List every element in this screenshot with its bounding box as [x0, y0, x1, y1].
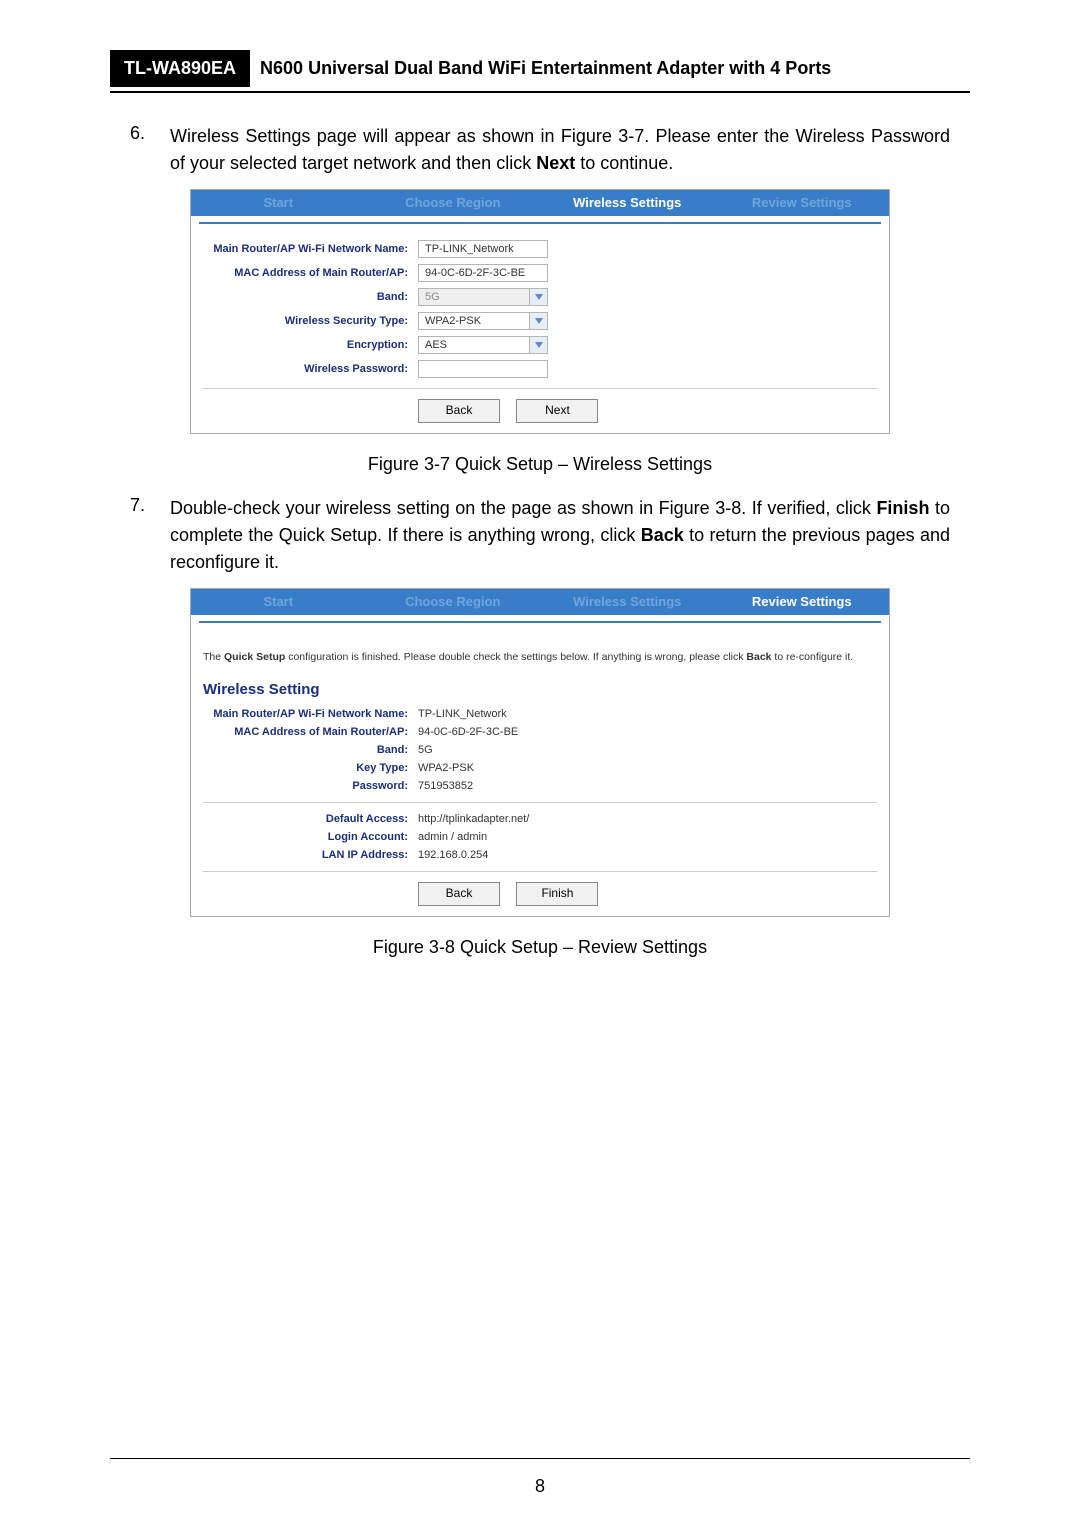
chevron-down-icon[interactable] — [530, 288, 548, 306]
value-network-name: TP-LINK_Network — [418, 708, 507, 720]
select-band[interactable]: 5G — [418, 288, 530, 306]
figure-3-7: Start Choose Region Wireless Settings Re… — [190, 189, 890, 434]
label-security-type: Wireless Security Type: — [203, 315, 418, 327]
value-password: 751953852 — [418, 780, 473, 792]
back-button[interactable]: Back — [418, 882, 500, 906]
product-title: N600 Universal Dual Band WiFi Entertainm… — [250, 50, 970, 87]
finish-button[interactable]: Finish — [516, 882, 598, 906]
input-wireless-password[interactable] — [418, 360, 548, 378]
label-mac: MAC Address of Main Router/AP: — [203, 267, 418, 279]
select-encryption[interactable]: AES — [418, 336, 530, 354]
tab-choose-region[interactable]: Choose Region — [366, 190, 541, 216]
tab-choose-region[interactable]: Choose Region — [366, 589, 541, 615]
tab-start[interactable]: Start — [191, 190, 366, 216]
step-6: 6. Wireless Settings page will appear as… — [130, 123, 950, 177]
value-default-access: http://tplinkadapter.net/ — [418, 813, 529, 825]
form-divider — [203, 802, 877, 803]
page-header: TL-WA890EA N600 Universal Dual Band WiFi… — [110, 50, 970, 87]
label-band: Band: — [203, 744, 418, 756]
tab-review-settings[interactable]: Review Settings — [715, 190, 890, 216]
step-text: Wireless Settings page will appear as sh… — [170, 123, 950, 177]
back-button[interactable]: Back — [418, 399, 500, 423]
review-intro: The Quick Setup configuration is finishe… — [203, 651, 877, 663]
chevron-down-icon[interactable] — [530, 336, 548, 354]
header-rule — [110, 91, 970, 93]
chevron-down-icon[interactable] — [530, 312, 548, 330]
label-network-name: Main Router/AP Wi-Fi Network Name: — [203, 243, 418, 255]
label-password: Password: — [203, 780, 418, 792]
wizard-tabs: Start Choose Region Wireless Settings Re… — [191, 589, 889, 615]
figure-3-7-caption: Figure 3-7 Quick Setup – Wireless Settin… — [110, 454, 970, 475]
wizard-separator — [199, 222, 881, 224]
label-network-name: Main Router/AP Wi-Fi Network Name: — [203, 708, 418, 720]
step-number: 6. — [130, 123, 170, 177]
step-text: Double-check your wireless setting on th… — [170, 495, 950, 576]
value-mac: 94-0C-6D-2F-3C-BE — [418, 726, 518, 738]
label-encryption: Encryption: — [203, 339, 418, 351]
label-default-access: Default Access: — [203, 813, 418, 825]
footer-rule — [110, 1458, 970, 1459]
label-lan-ip: LAN IP Address: — [203, 849, 418, 861]
select-security-type[interactable]: WPA2-PSK — [418, 312, 530, 330]
form-divider — [203, 388, 877, 389]
label-login-account: Login Account: — [203, 831, 418, 843]
value-key-type: WPA2-PSK — [418, 762, 474, 774]
tab-start[interactable]: Start — [191, 589, 366, 615]
label-wireless-password: Wireless Password: — [203, 363, 418, 375]
section-wireless-setting: Wireless Setting — [203, 681, 877, 698]
wizard-separator — [199, 621, 881, 623]
label-key-type: Key Type: — [203, 762, 418, 774]
input-mac[interactable] — [418, 264, 548, 282]
model-label: TL-WA890EA — [110, 50, 250, 87]
tab-wireless-settings[interactable]: Wireless Settings — [540, 190, 715, 216]
value-lan-ip: 192.168.0.254 — [418, 849, 488, 861]
button-row: Back Next — [203, 399, 877, 423]
next-button[interactable]: Next — [516, 399, 598, 423]
wizard-body: Main Router/AP Wi-Fi Network Name: MAC A… — [191, 230, 889, 433]
form-divider — [203, 871, 877, 872]
value-login-account: admin / admin — [418, 831, 487, 843]
tab-review-settings[interactable]: Review Settings — [715, 589, 890, 615]
manual-page: TL-WA890EA N600 Universal Dual Band WiFi… — [0, 0, 1080, 1527]
figure-3-8: Start Choose Region Wireless Settings Re… — [190, 588, 890, 917]
label-mac: MAC Address of Main Router/AP: — [203, 726, 418, 738]
wizard-body: The Quick Setup configuration is finishe… — [191, 629, 889, 916]
step-number: 7. — [130, 495, 170, 576]
label-band: Band: — [203, 291, 418, 303]
button-row: Back Finish — [203, 882, 877, 906]
step-7: 7. Double-check your wireless setting on… — [130, 495, 950, 576]
input-network-name[interactable] — [418, 240, 548, 258]
value-band: 5G — [418, 744, 433, 756]
wizard-tabs: Start Choose Region Wireless Settings Re… — [191, 190, 889, 216]
tab-wireless-settings[interactable]: Wireless Settings — [540, 589, 715, 615]
figure-3-8-caption: Figure 3-8 Quick Setup – Review Settings — [110, 937, 970, 958]
page-number: 8 — [0, 1476, 1080, 1497]
